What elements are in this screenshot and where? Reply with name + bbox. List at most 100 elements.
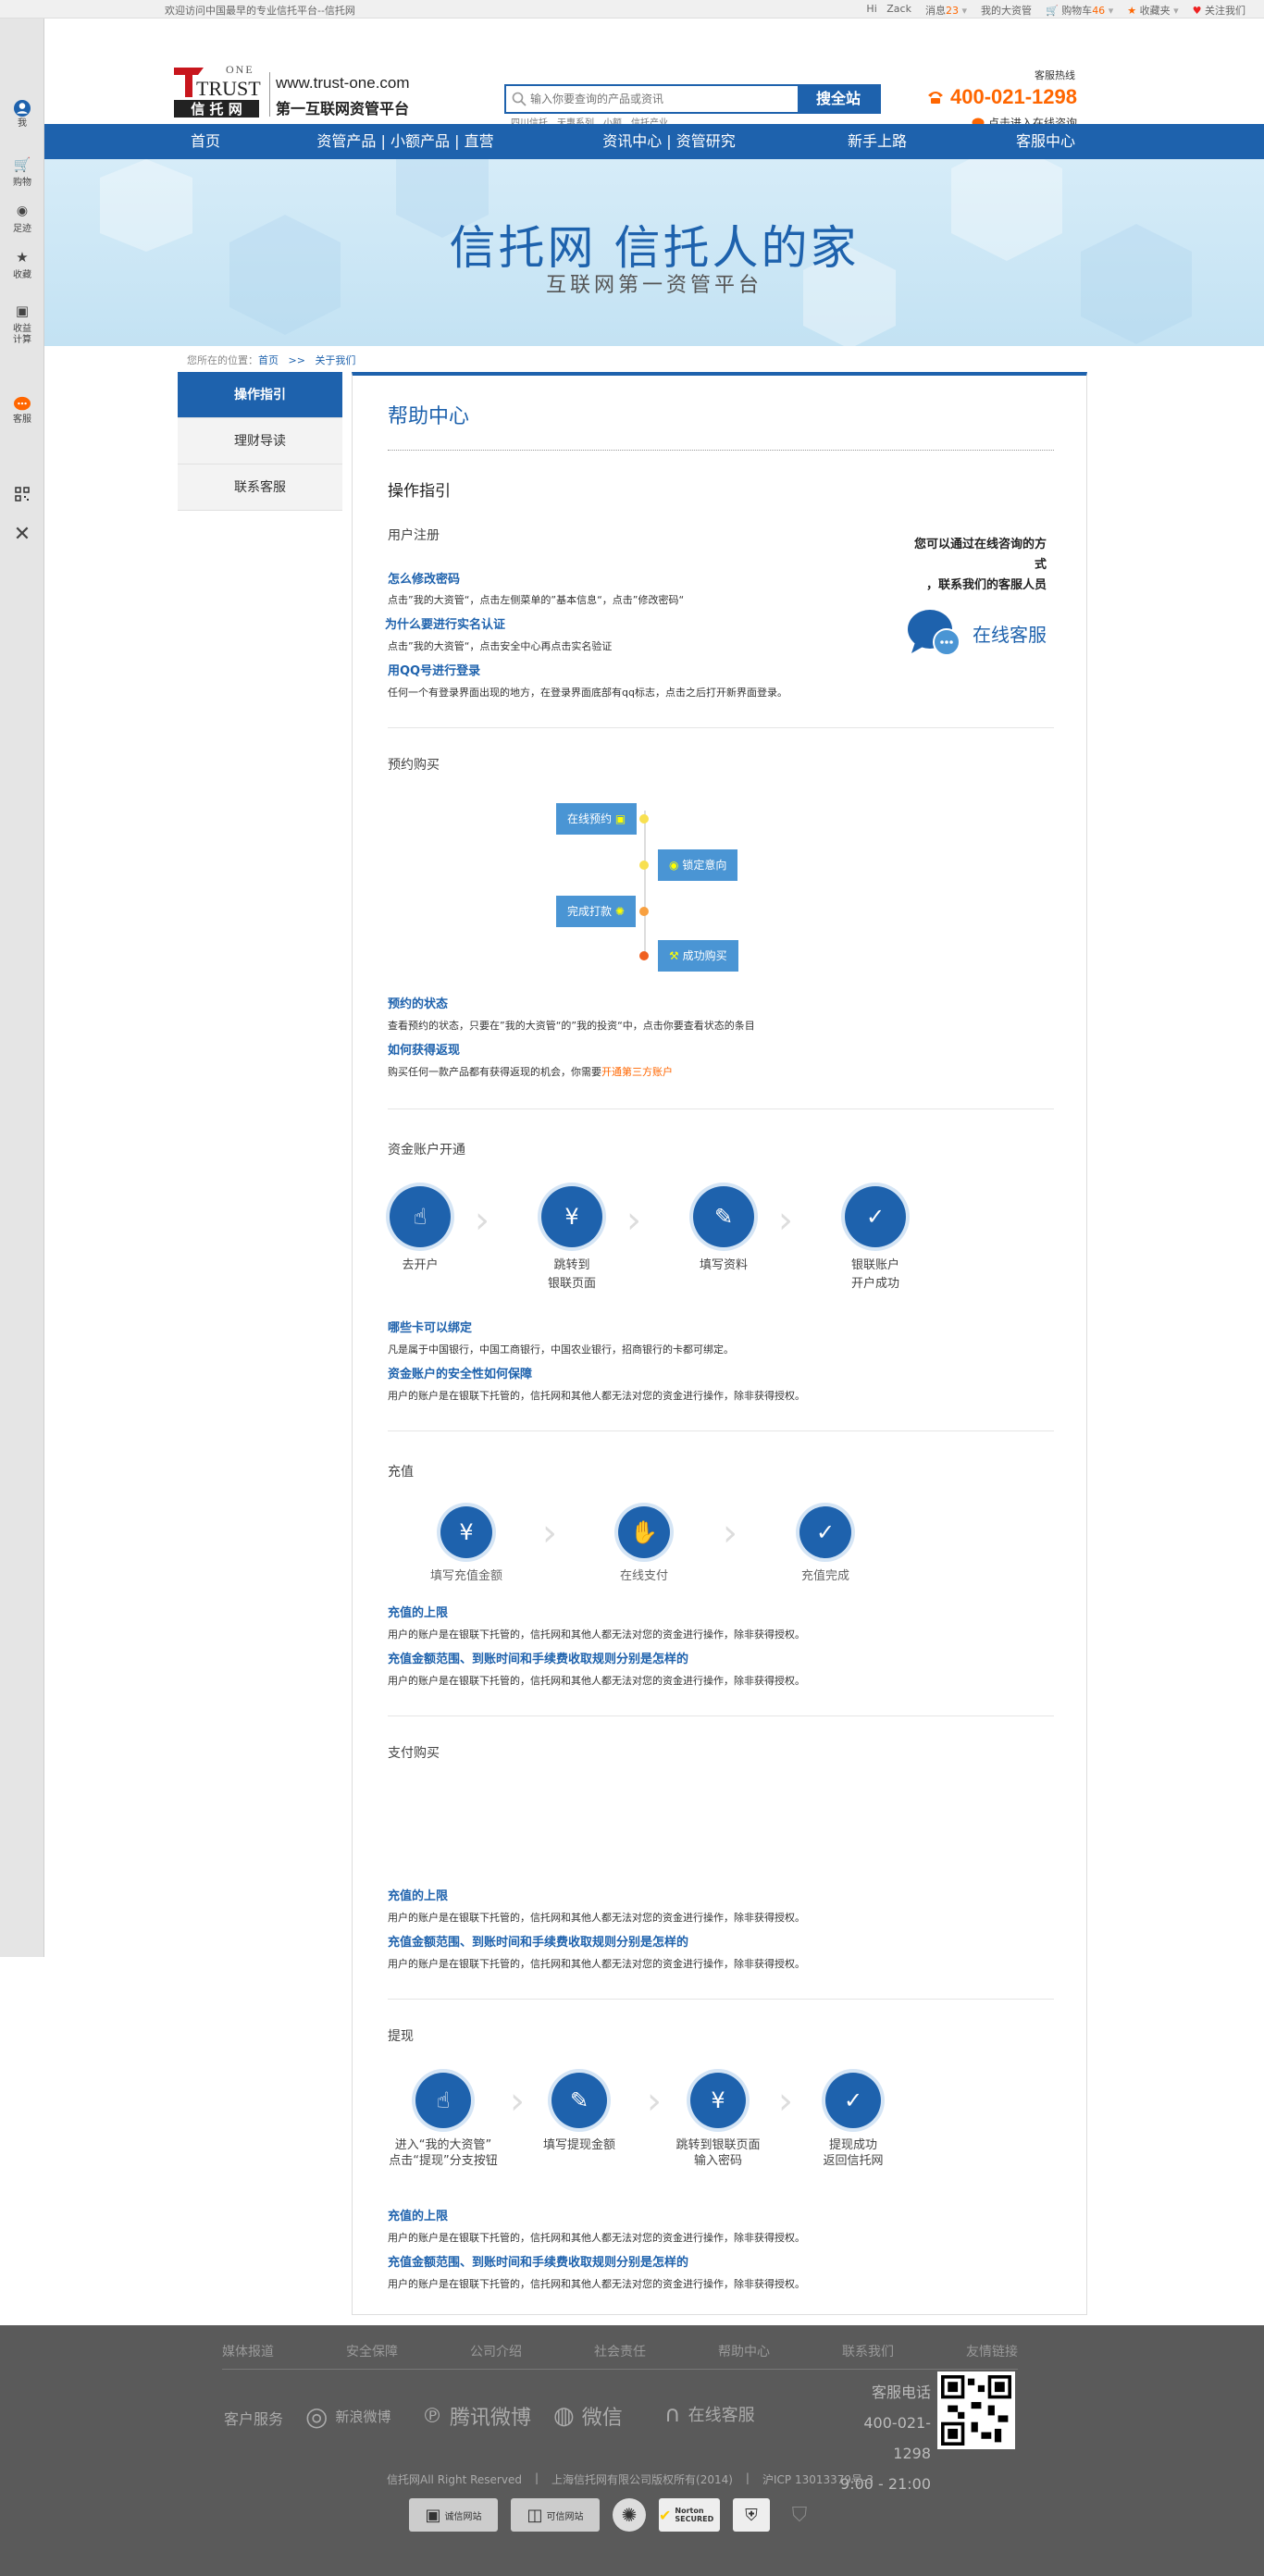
username-link[interactable]: Zack (886, 3, 911, 15)
faq-question[interactable]: 充值金额范围、到账时间和手续费收取规则分别是怎样的 (388, 1649, 688, 1666)
online-service-link[interactable]: ∩ 在线客服 (664, 2401, 755, 2427)
copyright-text: 上海信托网有限公司版权所有(2014) (551, 2473, 733, 2486)
check-circle-icon: ✓ (825, 2073, 881, 2128)
search-button[interactable]: 搜全站 (798, 86, 879, 112)
nav-research[interactable]: 资管研究 (676, 132, 736, 150)
faq-question[interactable]: 资金账户的安全性如何保障 (388, 1364, 532, 1381)
withdraw-title: 提现 (388, 2029, 414, 2044)
step-label: 点击“提现”分支按钮 (389, 2154, 498, 2168)
recharge-step-amount: ¥ 填写充值金额 (406, 1506, 527, 1586)
section-divider (388, 1999, 1054, 2000)
footer-link[interactable]: 公司介绍 (470, 2342, 522, 2360)
sidebar-service[interactable]: 客服 (0, 396, 44, 426)
sidebar-collect[interactable]: ★ 收藏 (0, 251, 44, 281)
side-toolbar: 我 🛒 购物 ◉ 足迹 ★ 收藏 ▣ 收益计算 客服 ✕ (0, 19, 44, 1957)
breadcrumb-current[interactable]: 关于我们 (315, 354, 355, 366)
footer-link[interactable]: 友情链接 (966, 2342, 1018, 2360)
service-hint-line1: 您可以通过在线咨询的方式 (913, 538, 1047, 572)
wechat-link[interactable]: ◍ 微信 (553, 2401, 623, 2431)
faq-question[interactable]: 用QQ号进行登录 (388, 661, 480, 678)
faq-question[interactable]: 哪些卡可以绑定 (388, 1318, 472, 1335)
coin-icon: ✺ (614, 905, 625, 918)
step-label: 填写资料 (699, 1258, 748, 1272)
sidebar-cart[interactable]: 🛒 购物 (0, 158, 44, 189)
faq-question[interactable]: 充值的上限 (388, 1603, 448, 1620)
nav-newbie[interactable]: 新手上路 (840, 124, 914, 159)
badge-credible-site[interactable]: ◫ 可信网站 (511, 2498, 600, 2532)
seal-icon: ◫ (527, 2505, 543, 2525)
search-input[interactable] (530, 86, 749, 112)
close-icon[interactable]: ✕ (0, 525, 44, 545)
faq-question[interactable]: 充值金额范围、到账时间和手续费收取规则分别是怎样的 (388, 2252, 688, 2270)
sidebar-footprint-label: 足迹 (13, 224, 31, 234)
logo-one-text: ONE (226, 63, 254, 76)
logo-trust-text: TRUST (196, 77, 261, 100)
sidebar-calc[interactable]: ▣ 收益计算 (0, 304, 44, 346)
check-circle-icon: ✓ (799, 1506, 851, 1558)
main-nav: 首页 资管产品 | 小额产品 | 直营店 资讯中心 | 资管研究 新手上路 客服… (44, 124, 1264, 185)
section-divider (388, 1108, 1054, 1109)
footer-link[interactable]: 安全保障 (346, 2342, 398, 2360)
chevron-right-icon: › (626, 1199, 641, 1242)
sidebar-collect-label: 收藏 (13, 270, 31, 280)
edit-icon: ✎ (693, 1186, 754, 1247)
copyright-sep: | (745, 2471, 750, 2484)
nav-home[interactable]: 首页 (178, 124, 233, 159)
contact-label: 客服电话 (871, 2384, 931, 2401)
badge-trusted-site[interactable]: ▣ 诚信网站 (409, 2498, 498, 2532)
favorites-link[interactable]: ★ 收藏夹 ▾ (1127, 3, 1178, 18)
favorites-label: 收藏夹 (1139, 5, 1171, 17)
footer-link[interactable]: 联系我们 (842, 2342, 894, 2360)
badge-norton[interactable]: ✔ Norton SECURED (659, 2498, 720, 2532)
messages-link[interactable]: 消息23 ▾ (925, 3, 967, 18)
faq-question[interactable]: 如何获得返现 (388, 1040, 460, 1058)
nav-products[interactable]: 资管产品 (316, 132, 376, 150)
step-label: 开户成功 (850, 1277, 899, 1291)
chevron-down-icon: ▾ (1173, 5, 1179, 17)
breadcrumb-home[interactable]: 首页 (258, 354, 279, 366)
nav-products-group: 资管产品 | 小额产品 | 直营店 (313, 124, 498, 185)
nav-service[interactable]: 客服中心 (1009, 124, 1083, 159)
badge-seal[interactable]: ✺ (613, 2498, 646, 2532)
check-icon: ✔ (659, 2506, 672, 2524)
sidebar-footprint[interactable]: ◉ 足迹 (0, 204, 44, 235)
footer-link[interactable]: 社会责任 (594, 2342, 646, 2360)
sidenav-guide[interactable]: 操作指引 (178, 372, 342, 418)
weibo-label: 新浪微博 (335, 2409, 391, 2425)
badge-police[interactable]: ⛨ (733, 2498, 770, 2532)
faq-question[interactable]: 怎么修改密码 (388, 569, 460, 587)
faq-question[interactable]: 为什么要进行实名认证 (385, 614, 505, 632)
logo-cn-text: 信 托 网 (191, 101, 242, 118)
help-sidenav: 操作指引 理财导读 联系客服 (178, 372, 342, 511)
flow-step-lock: ◉ 锁定意向 (658, 849, 738, 881)
faq-answer: 查看预约的状态，只要在”我的大资管“的”我的投资“中，点击你要查看状态的条目 (388, 1020, 755, 1032)
footer-link[interactable]: 媒体报道 (222, 2342, 274, 2360)
my-assets-link[interactable]: 我的大资管 (981, 3, 1032, 18)
cart-link[interactable]: 🛒 购物车46 ▾ (1046, 3, 1113, 18)
sidenav-finance[interactable]: 理财导读 (178, 418, 342, 464)
faq-question[interactable]: 充值的上限 (388, 1886, 448, 1903)
tencent-weibo-link[interactable]: ℗ 腾讯微博 (422, 2401, 531, 2431)
hotline-phone: 400-021-1298 (926, 85, 1077, 109)
footer-links: 媒体报道 安全保障 公司介绍 社会责任 帮助中心 联系我们 友情链接 (222, 2342, 1018, 2360)
tencent-label: 腾讯微博 (450, 2407, 532, 2430)
flow-step-reserve: 在线预约 ▣ (556, 803, 638, 835)
site-logo[interactable]: ONE TRUST 信 托 网 (170, 60, 263, 119)
nav-news[interactable]: 资讯中心 (602, 132, 662, 150)
sidebar-qrcode[interactable] (0, 486, 44, 504)
open-third-party-link[interactable]: 开通第三方账户 (601, 1066, 673, 1078)
nav-small[interactable]: 小额产品 (390, 132, 450, 150)
faq-question[interactable]: 预约的状态 (388, 994, 448, 1011)
weibo-link[interactable]: ◎ 新浪微博 (305, 2401, 390, 2432)
online-service-button[interactable]: 在线客服 (906, 607, 1047, 659)
faq-question[interactable]: 充值的上限 (388, 2206, 448, 2223)
flow-dot (639, 861, 649, 870)
step-label: 输入密码 (693, 2154, 742, 2168)
badge-shield[interactable]: ⛉ (783, 2498, 816, 2532)
cart-label: 购物车 (1061, 5, 1093, 17)
follow-link[interactable]: ♥ 关注我们 (1193, 3, 1245, 18)
faq-question[interactable]: 充值金额范围、到账时间和手续费收取规则分别是怎样的 (388, 1932, 688, 1950)
sidenav-contact[interactable]: 联系客服 (178, 464, 342, 511)
chevron-right-icon: › (723, 1512, 737, 1554)
footer-link[interactable]: 帮助中心 (718, 2342, 770, 2360)
